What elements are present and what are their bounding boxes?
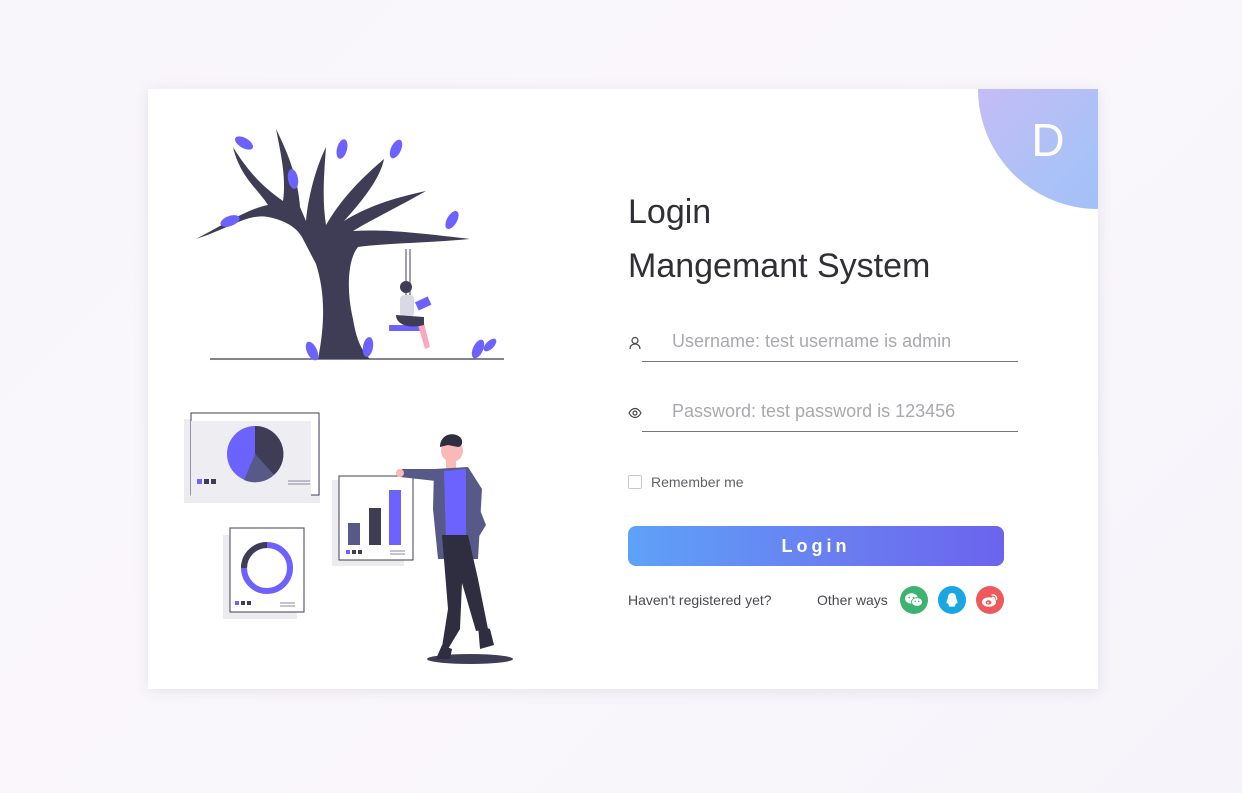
username-field bbox=[628, 322, 1018, 366]
girl-tablet bbox=[414, 296, 432, 311]
bar-1 bbox=[348, 523, 360, 545]
system-title: Mangemant System bbox=[628, 247, 931, 285]
wechat-icon bbox=[905, 593, 923, 607]
tree-trunk bbox=[196, 129, 470, 359]
eye-icon[interactable] bbox=[628, 406, 642, 420]
bar-3 bbox=[389, 490, 401, 545]
bar-2 bbox=[369, 508, 381, 545]
user-icon bbox=[629, 336, 641, 350]
weibo-login-button[interactable] bbox=[976, 586, 1004, 614]
other-ways-label: Other ways bbox=[817, 592, 888, 608]
qq-login-button[interactable] bbox=[938, 586, 966, 614]
weibo-icon bbox=[982, 594, 998, 607]
tree-leaves bbox=[220, 136, 497, 361]
illustration bbox=[184, 129, 513, 664]
username-input[interactable] bbox=[642, 322, 1018, 362]
wechat-login-button[interactable] bbox=[900, 586, 928, 614]
qq-icon bbox=[946, 593, 958, 607]
remember-me[interactable]: Remember me bbox=[628, 474, 744, 490]
brand-letter: D bbox=[1031, 114, 1065, 166]
login-button[interactable]: Login bbox=[628, 526, 1004, 566]
remember-checkbox[interactable] bbox=[628, 475, 642, 489]
register-link[interactable]: Haven't registered yet? bbox=[628, 592, 772, 608]
login-title: Login bbox=[628, 193, 712, 231]
password-input[interactable] bbox=[642, 392, 1018, 432]
login-card: D Login Mangemant System Username: test … bbox=[148, 89, 1098, 689]
remember-label: Remember me bbox=[651, 474, 744, 490]
girl-head bbox=[400, 281, 412, 293]
password-field bbox=[628, 392, 1018, 436]
